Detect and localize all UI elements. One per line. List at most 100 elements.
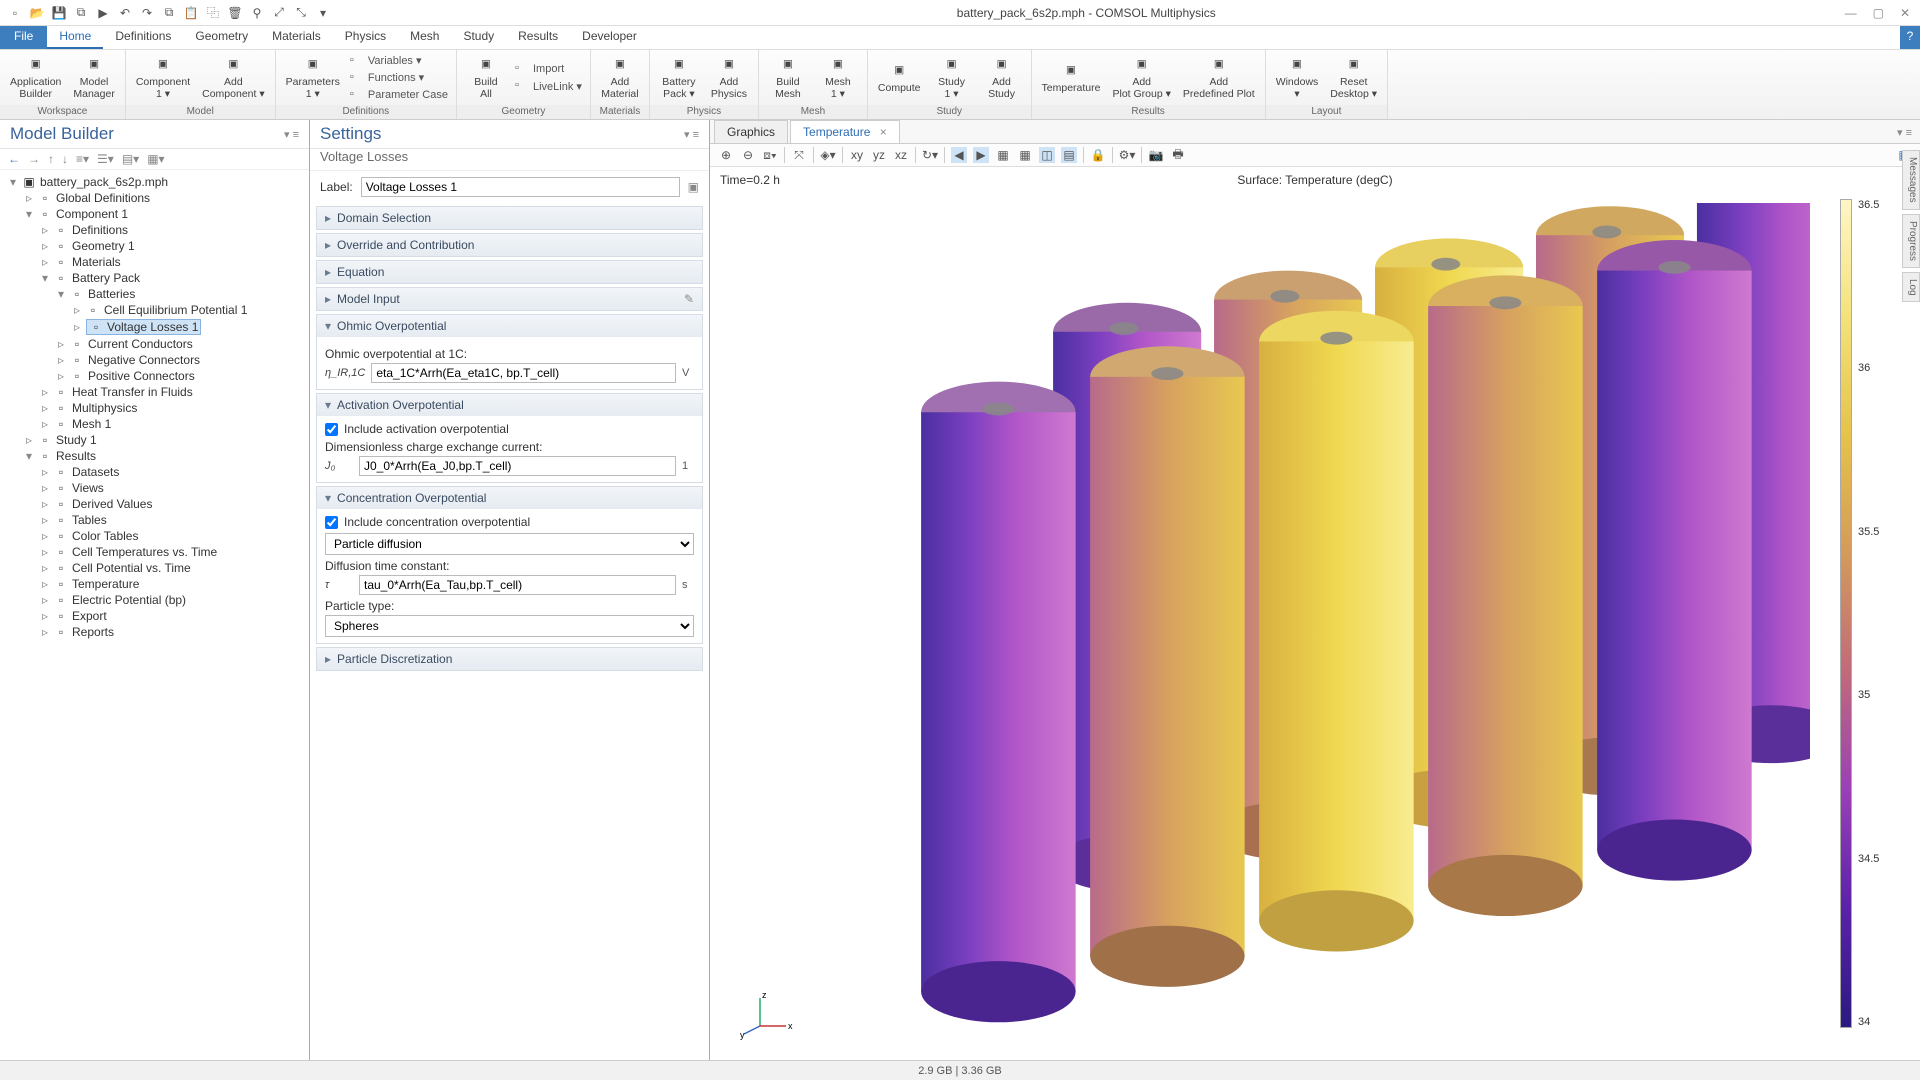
tree-view-icon[interactable]: ≡▾ <box>76 152 89 166</box>
delete-icon[interactable]: 🗑 <box>228 6 242 20</box>
tree-twisty[interactable]: ▹ <box>40 401 50 415</box>
scene-icon[interactable]: ⚙▾ <box>1119 147 1135 163</box>
mesh-button[interactable]: ▣Mesh1 ▾ <box>815 53 861 102</box>
zoom-sel-icon[interactable]: ⤢ <box>272 6 286 20</box>
include-checkbox[interactable] <box>325 423 338 436</box>
add-component-button[interactable]: ▣AddComponent ▾ <box>198 53 268 102</box>
minimize-icon[interactable]: — <box>1845 6 1857 20</box>
tree-twisty[interactable]: ▹ <box>40 497 50 511</box>
component-button[interactable]: ▣Component1 ▾ <box>132 53 194 102</box>
temp-plot-button[interactable]: ▣Temperature <box>1038 59 1105 97</box>
tree-twisty[interactable]: ▹ <box>40 593 50 607</box>
section-header[interactable]: ▾Activation Overpotential <box>317 394 702 416</box>
tree-item[interactable]: ▫Derived Values <box>54 497 152 511</box>
tree-twisty[interactable]: ▹ <box>40 417 50 431</box>
go-to-icon[interactable]: ▣ <box>688 180 699 194</box>
save-as-icon[interactable]: ⧉ <box>74 6 88 20</box>
build-mesh-button[interactable]: ▣BuildMesh <box>765 53 811 102</box>
tree-twisty[interactable]: ▹ <box>40 255 50 269</box>
tree-twisty[interactable]: ▾ <box>24 207 34 221</box>
section-header[interactable]: ▸Domain Selection <box>317 207 702 229</box>
close-icon[interactable]: ✕ <box>1900 6 1910 20</box>
open-icon[interactable]: 📂 <box>30 6 44 20</box>
tree-twisty[interactable]: ▾ <box>40 271 50 285</box>
tree-twisty[interactable]: ▾ <box>24 449 34 463</box>
tab-geometry[interactable]: Geometry <box>183 26 260 49</box>
tree-twisty[interactable]: ▹ <box>72 303 82 317</box>
tree-twisty[interactable]: ▾ <box>56 287 66 301</box>
pi-button[interactable]: ▣Parameters1 ▾ <box>282 53 344 102</box>
tree-item[interactable]: ▫Heat Transfer in Fluids <box>54 385 193 399</box>
tree-twisty[interactable]: ▹ <box>40 561 50 575</box>
tab-developer[interactable]: Developer <box>570 26 649 49</box>
tree-twisty[interactable]: ▹ <box>40 223 50 237</box>
battery-button[interactable]: ▣BatteryPack ▾ <box>656 53 702 102</box>
xy-icon[interactable]: xy <box>849 147 865 163</box>
label-input[interactable] <box>361 177 680 197</box>
tree-item[interactable]: ▫Cell Equilibrium Potential 1 <box>86 303 247 317</box>
undo-icon[interactable]: ↶ <box>118 6 132 20</box>
tree-item[interactable]: ▫Battery Pack <box>54 271 140 285</box>
zoom-ext-icon[interactable]: ⤡ <box>294 6 308 20</box>
yz-icon[interactable]: yz <box>871 147 887 163</box>
show-icon[interactable]: ▦▾ <box>147 152 164 166</box>
tab-mesh[interactable]: Mesh <box>398 26 451 49</box>
save-icon[interactable]: 💾 <box>52 6 66 20</box>
tree-item[interactable]: ▫Electric Potential (bp) <box>54 593 186 607</box>
section-header[interactable]: ▸Override and Contribution <box>317 234 702 256</box>
app-builder-button[interactable]: ▣ApplicationBuilder <box>6 53 65 102</box>
tree-item[interactable]: ▫Voltage Losses 1 <box>86 319 201 335</box>
collapse-icon[interactable]: ☰▾ <box>97 152 114 166</box>
tree-twisty[interactable]: ▹ <box>40 545 50 559</box>
tree-item[interactable]: ▫Tables <box>54 513 107 527</box>
model-manager-button[interactable]: ▣ModelManager <box>69 53 118 102</box>
tab-physics[interactable]: Physics <box>333 26 398 49</box>
paste-icon[interactable]: 📋 <box>184 6 198 20</box>
tree-item[interactable]: ▫Definitions <box>54 223 128 237</box>
side-tab-messages[interactable]: Messages <box>1902 150 1920 210</box>
tree-item[interactable]: ▫Cell Temperatures vs. Time <box>54 545 217 559</box>
tree-twisty[interactable]: ▹ <box>56 353 66 367</box>
tree-item[interactable]: ▫Current Conductors <box>70 337 193 351</box>
section-header[interactable]: ▾Ohmic Overpotential <box>317 315 702 337</box>
temperature-tab[interactable]: Temperature × <box>790 120 900 143</box>
expr-input[interactable] <box>371 363 676 383</box>
tree-item[interactable]: ▫Views <box>54 481 104 495</box>
add-study-button[interactable]: ▣AddStudy <box>979 53 1025 102</box>
tab-close-icon[interactable]: × <box>880 125 887 139</box>
run-icon[interactable]: ▶ <box>96 6 110 20</box>
zoom-out-icon[interactable]: ⊖ <box>740 147 756 163</box>
expand-icon[interactable]: ▤▾ <box>122 152 139 166</box>
tree-item[interactable]: ▫Cell Potential vs. Time <box>54 561 191 575</box>
side-tab-progress[interactable]: Progress <box>1902 214 1920 268</box>
tree-twisty[interactable]: ▹ <box>56 337 66 351</box>
help-button[interactable]: ? <box>1900 26 1920 49</box>
graphics-tab[interactable]: Graphics <box>714 120 788 143</box>
study-button[interactable]: ▣Study1 ▾ <box>929 53 975 102</box>
panel-menu-icon[interactable]: ▾ ≡ <box>284 128 299 141</box>
tree-twisty[interactable]: ▹ <box>40 385 50 399</box>
section-header[interactable]: ▾Concentration Overpotential <box>317 487 702 509</box>
forward-icon[interactable]: → <box>28 152 40 166</box>
down-icon[interactable]: ↓ <box>62 152 68 166</box>
tree-twisty[interactable]: ▹ <box>40 529 50 543</box>
snapshot-icon[interactable]: 📷 <box>1148 147 1164 163</box>
expr-input[interactable] <box>359 456 676 476</box>
sel-mode-1-icon[interactable]: ◀ <box>951 147 967 163</box>
tree-item[interactable]: ▫Batteries <box>70 287 135 301</box>
zoom-extents-icon[interactable]: ⤧ <box>791 147 807 163</box>
lock-icon[interactable]: 🔒 <box>1090 147 1106 163</box>
tree-item[interactable]: ▫Reports <box>54 625 114 639</box>
windows-button[interactable]: ▣Windows▾ <box>1272 53 1323 102</box>
find-icon[interactable]: ⚲ <box>250 6 264 20</box>
tree-twisty[interactable]: ▹ <box>40 609 50 623</box>
up-icon[interactable]: ↑ <box>48 152 54 166</box>
rotate-icon[interactable]: ↻▾ <box>922 147 938 163</box>
tree-item[interactable]: ▫Color Tables <box>54 529 138 543</box>
back-icon[interactable]: ← <box>8 152 20 166</box>
tree-item[interactable]: ▫Export <box>54 609 107 623</box>
param-case-button[interactable]: ▫Parameter Case <box>348 87 450 103</box>
mesh-vis-icon[interactable]: ▦ <box>995 147 1011 163</box>
livelink-button[interactable]: ▫LiveLink ▾ <box>513 78 584 94</box>
reset-button[interactable]: ▣ResetDesktop ▾ <box>1326 53 1381 102</box>
